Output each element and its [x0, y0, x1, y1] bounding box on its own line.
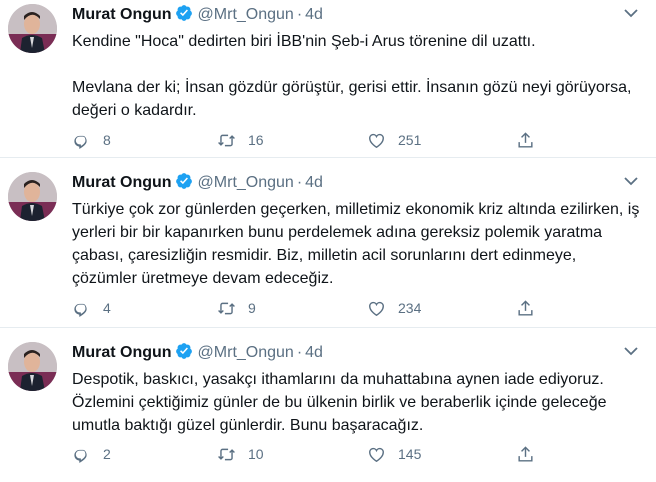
- like-button[interactable]: 251: [367, 130, 421, 150]
- more-icon[interactable]: [620, 344, 642, 358]
- verified-badge-icon: [175, 5, 192, 21]
- share-icon: [518, 445, 533, 462]
- like-count: 145: [398, 446, 422, 462]
- author-name[interactable]: Murat Ongun: [72, 6, 172, 23]
- like-icon: [369, 133, 384, 148]
- reply-icon: [74, 449, 87, 463]
- retweet-icon: [218, 448, 235, 460]
- retweet-icon: [218, 302, 235, 314]
- reply-count: 2: [103, 446, 111, 462]
- like-icon: [369, 301, 384, 316]
- retweet-button[interactable]: 10: [217, 444, 264, 464]
- share-button[interactable]: [516, 130, 547, 150]
- avatar[interactable]: [8, 4, 57, 53]
- separator: ·: [296, 344, 303, 361]
- like-count: 234: [398, 300, 422, 316]
- share-button[interactable]: [516, 298, 547, 318]
- reply-button[interactable]: 8: [72, 130, 111, 150]
- reply-button[interactable]: 4: [72, 298, 111, 318]
- retweet-count: 9: [248, 300, 256, 316]
- more-icon[interactable]: [620, 174, 642, 188]
- separator: ·: [296, 6, 303, 23]
- timestamp[interactable]: 4d: [305, 6, 323, 23]
- tweet-text: Despotik, baskıcı, yasakçı ithamlarını d…: [72, 371, 611, 434]
- tweet[interactable]: Murat Ongun @Mrt_Ongun · 4d Kendine "Hoca" …: [0, 0, 656, 158]
- retweet-button[interactable]: 16: [217, 130, 264, 150]
- retweet-count: 10: [248, 446, 264, 462]
- tweet[interactable]: Murat Ongun @Mrt_Ongun · 4d Despotik, baskı…: [0, 338, 656, 482]
- verified-badge-icon: [175, 173, 192, 189]
- tweet-text: Türkiye çok zor günlerden geçerken, mill…: [72, 201, 644, 287]
- more-icon[interactable]: [620, 6, 642, 20]
- share-icon: [518, 131, 533, 148]
- retweet-count: 16: [248, 132, 264, 148]
- author-name[interactable]: Murat Ongun: [72, 174, 172, 191]
- like-icon: [369, 447, 384, 462]
- separator: ·: [296, 174, 303, 191]
- share-icon: [518, 299, 533, 316]
- verified-badge-icon: [175, 343, 192, 359]
- avatar[interactable]: [8, 342, 57, 391]
- author-handle[interactable]: @Mrt_Ongun: [198, 174, 294, 191]
- reply-button[interactable]: 2: [72, 444, 111, 464]
- retweet-icon: [218, 134, 235, 146]
- reply-icon: [74, 303, 87, 317]
- reply-count: 8: [103, 132, 111, 148]
- tweet[interactable]: Murat Ongun @Mrt_Ongun · 4d Türkiye çok zor…: [0, 168, 656, 328]
- timestamp[interactable]: 4d: [305, 174, 323, 191]
- avatar[interactable]: [8, 172, 57, 221]
- author-handle[interactable]: @Mrt_Ongun: [198, 6, 294, 23]
- like-button[interactable]: 145: [367, 444, 421, 464]
- author-name[interactable]: Murat Ongun: [72, 344, 172, 361]
- retweet-button[interactable]: 9: [217, 298, 256, 318]
- timestamp[interactable]: 4d: [305, 344, 323, 361]
- like-count: 251: [398, 132, 422, 148]
- like-button[interactable]: 234: [367, 298, 421, 318]
- author-handle[interactable]: @Mrt_Ongun: [198, 344, 294, 361]
- reply-count: 4: [103, 300, 111, 316]
- reply-icon: [74, 135, 87, 149]
- tweet-text: Kendine "Hoca" dedirten biri İBB'nin Şeb…: [72, 33, 632, 119]
- share-button[interactable]: [516, 444, 547, 464]
